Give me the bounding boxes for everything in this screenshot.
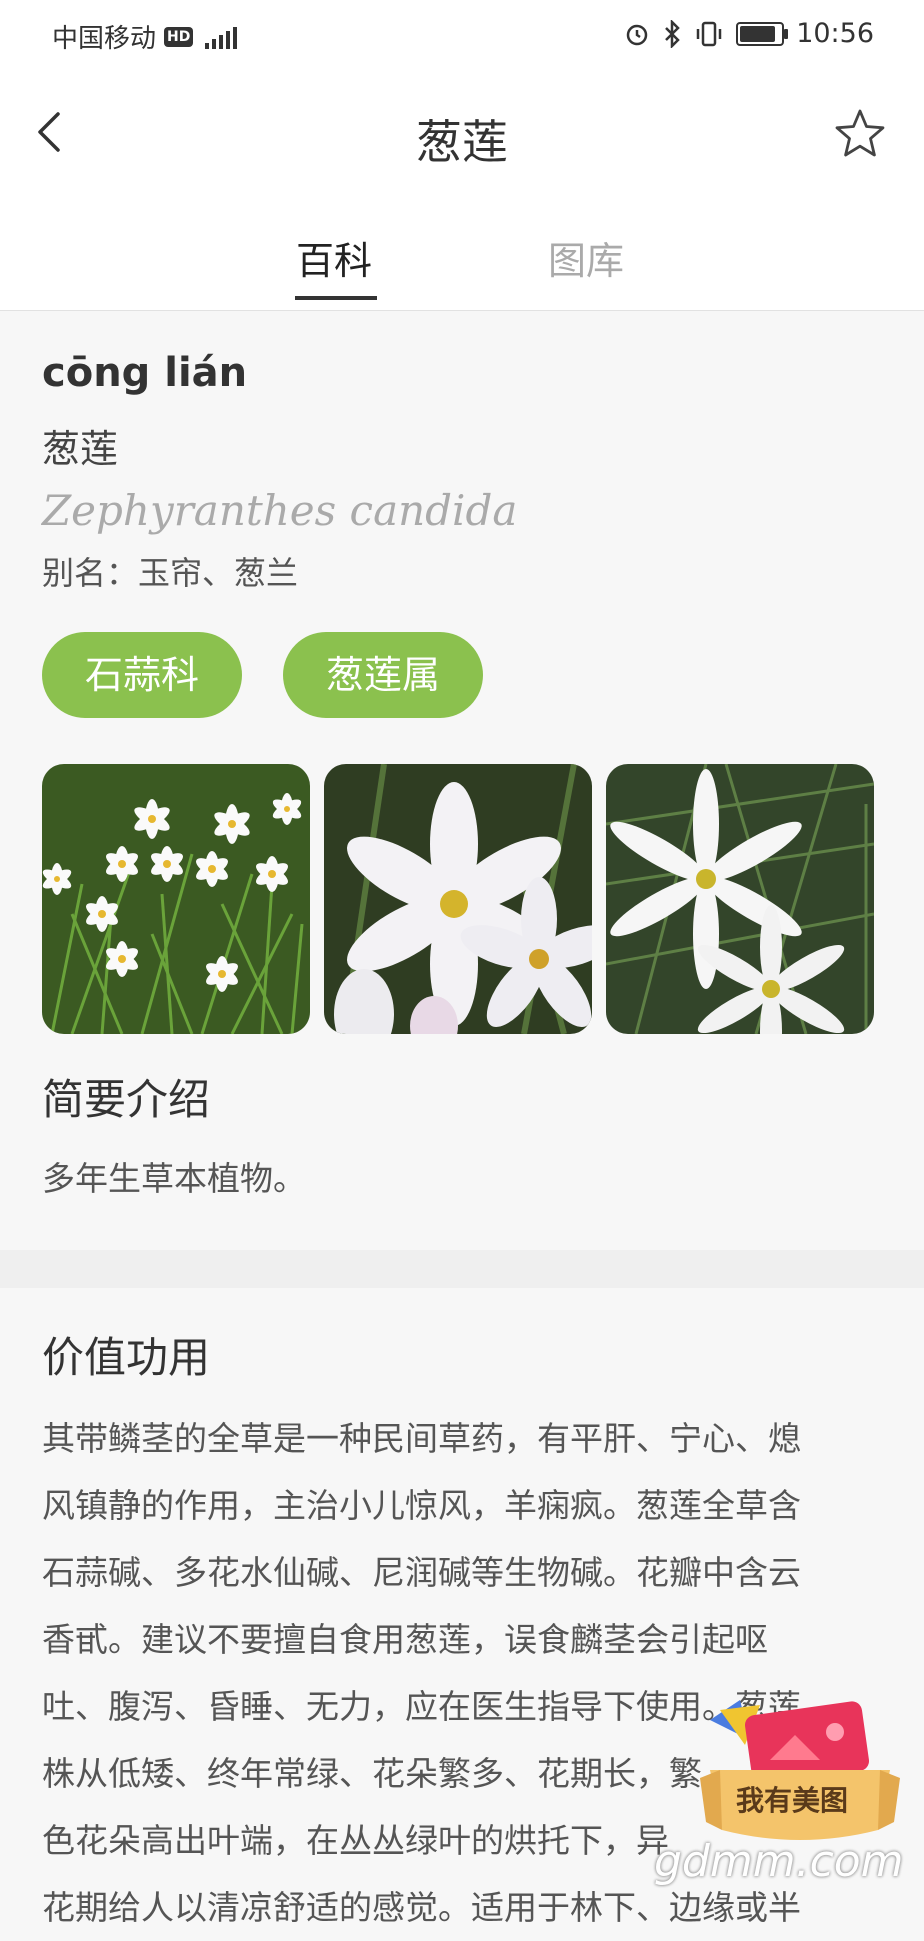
- plant-name: 葱莲: [42, 427, 119, 471]
- active-tab-indicator: [295, 296, 377, 300]
- plant-photo-1[interactable]: [42, 764, 310, 1034]
- star-icon[interactable]: [832, 106, 888, 162]
- alarm-icon: [626, 24, 648, 45]
- value-line: 风镇静的作用，主治小儿惊风，羊痫疯。葱莲全草含: [42, 1486, 801, 1525]
- status-left: 中国移动 HD: [52, 18, 238, 55]
- watermark: gdmm.com: [654, 1836, 904, 1887]
- plant-photo-2[interactable]: [324, 764, 592, 1034]
- section-divider: [0, 1250, 924, 1288]
- value-line: 石蒜碱、多花水仙碱、尼润碱等生物碱。花瓣中含云: [42, 1553, 801, 1592]
- page-title: 葱莲: [416, 115, 508, 169]
- tab-encyclopedia[interactable]: 百科: [296, 230, 372, 285]
- vibrate-icon: [696, 21, 722, 46]
- value-title: 价值功用: [42, 1333, 211, 1382]
- plant-latin-name: Zephyranthes candida: [42, 486, 518, 535]
- value-line: 香甙。建议不要擅自食用葱莲，误食麟茎会引起呕: [42, 1620, 768, 1659]
- hd-badge: HD: [164, 26, 194, 47]
- carrier-label: 中国移动: [52, 24, 157, 54]
- photo-badge-label[interactable]: 我有美图: [736, 1779, 848, 1819]
- signal-icon: [205, 25, 238, 49]
- tag-genus[interactable]: 葱莲属: [283, 632, 483, 718]
- photo-badge-icon[interactable]: [700, 1700, 900, 1850]
- status-right: 10:56: [624, 18, 874, 49]
- tab-gallery[interactable]: 图库: [548, 230, 624, 285]
- plant-photo-3[interactable]: [606, 764, 874, 1034]
- header: 葱莲 百科 图库: [0, 70, 924, 311]
- tag-family[interactable]: 石蒜科: [42, 632, 242, 718]
- value-line: 其带鳞茎的全草是一种民间草药，有平肝、宁心、熄: [42, 1419, 801, 1458]
- plant-pinyin: cōng lián: [42, 350, 248, 396]
- intro-title: 简要介绍: [42, 1075, 211, 1124]
- battery-icon: [736, 21, 789, 46]
- status-bar: 中国移动 HD 10:56: [0, 0, 924, 70]
- bluetooth-icon: [665, 19, 680, 48]
- intro-text: 多年生草本植物。: [42, 1159, 306, 1198]
- plant-alias: 别名：玉帘、葱兰: [42, 554, 299, 592]
- clock: 10:56: [796, 18, 874, 49]
